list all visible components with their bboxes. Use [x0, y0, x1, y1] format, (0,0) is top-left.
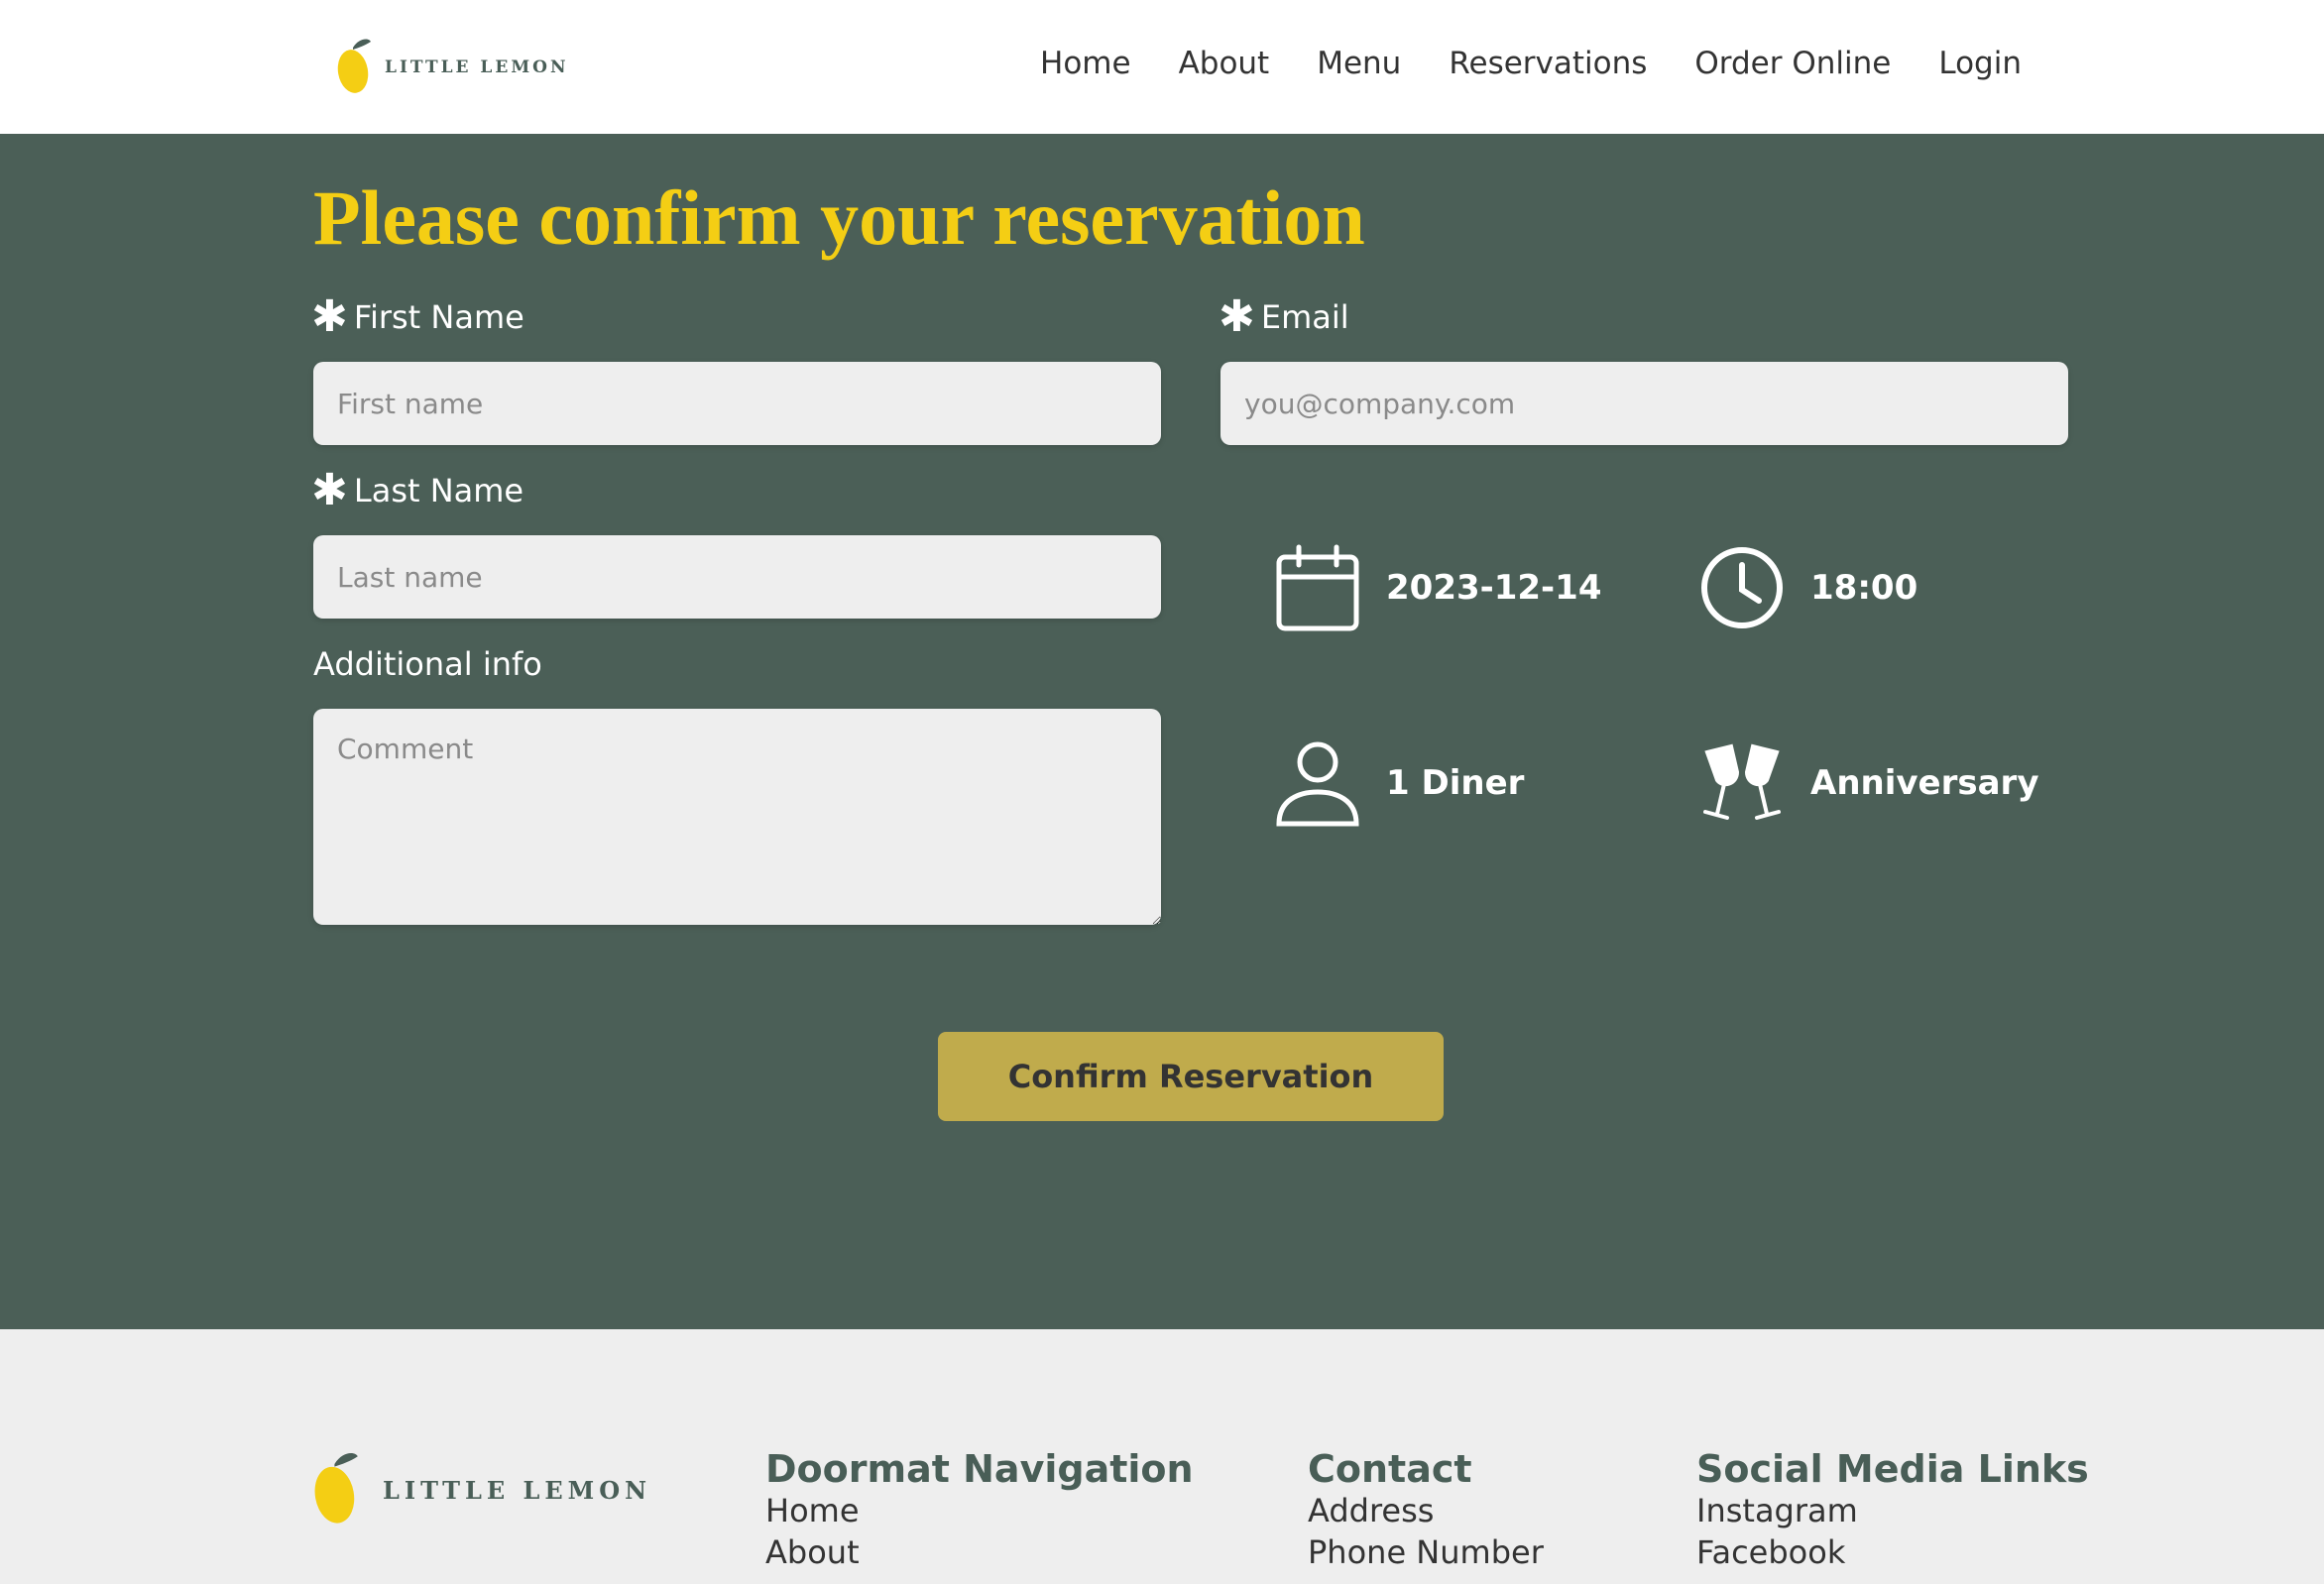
nav-about[interactable]: About — [1179, 46, 1270, 81]
footer-link-about[interactable]: About — [765, 1531, 1194, 1573]
footer-link-home[interactable]: Home — [765, 1490, 1194, 1531]
summary-occasion: Anniversary — [1697, 738, 2038, 828]
nav-menu[interactable]: Menu — [1317, 46, 1401, 81]
email-label-text: Email — [1260, 298, 1349, 336]
header-logo[interactable]: LITTLE LEMON — [335, 36, 569, 99]
cheers-icon — [1703, 743, 1781, 820]
last-name-label-text: Last Name — [353, 472, 524, 509]
footer-instagram[interactable]: Instagram — [1696, 1490, 2089, 1531]
required-marker: ✱ — [311, 465, 348, 515]
required-marker: ✱ — [1219, 291, 1255, 342]
footer-social-heading: Social Media Links — [1696, 1447, 2089, 1491]
nav-home[interactable]: Home — [1040, 46, 1131, 81]
footer-contact-heading: Contact — [1308, 1447, 1472, 1491]
footer-phone[interactable]: Phone Number — [1308, 1531, 1544, 1573]
email-label: ✱ Email — [1219, 295, 1349, 339]
site-header: LITTLE LEMON Home About Menu Reservation… — [0, 0, 2324, 134]
nav-login[interactable]: Login — [1938, 46, 2022, 81]
reservation-time: 18:00 — [1810, 568, 1918, 608]
email-input[interactable] — [1220, 362, 2068, 445]
required-marker: ✱ — [311, 291, 348, 342]
reservation-diners: 1 Diner — [1386, 763, 1525, 803]
header-logo-text: LITTLE LEMON — [385, 57, 569, 77]
first-name-label: ✱ First Name — [311, 295, 524, 339]
nav-order-online[interactable]: Order Online — [1694, 46, 1891, 81]
person-icon — [1276, 741, 1359, 827]
footer-address[interactable]: Address — [1308, 1490, 1544, 1531]
footer-social: Social Media Links Instagram Facebook — [1696, 1448, 2089, 1573]
summary-date: 2023-12-14 — [1273, 543, 1601, 632]
reservation-occasion: Anniversary — [1810, 763, 2039, 803]
additional-info-label: Additional info — [313, 645, 542, 683]
footer-contact: Contact Address Phone Number — [1308, 1448, 1544, 1573]
site-footer: LITTLE LEMON Doormat Navigation Home Abo… — [0, 1329, 2324, 1584]
page-title: Please confirm your reservation — [313, 174, 1365, 261]
nav-reservations[interactable]: Reservations — [1449, 46, 1647, 81]
footer-doormat-nav: Doormat Navigation Home About — [765, 1448, 1194, 1573]
first-name-input[interactable] — [313, 362, 1161, 445]
additional-info-label-text: Additional info — [313, 645, 542, 683]
calendar-icon — [1276, 544, 1359, 631]
main-nav: Home About Menu Reservations Order Onlin… — [1040, 46, 2022, 81]
last-name-input[interactable] — [313, 535, 1161, 619]
reservation-date: 2023-12-14 — [1386, 568, 1602, 608]
comment-textarea[interactable] — [313, 709, 1161, 925]
footer-doormat-heading: Doormat Navigation — [765, 1447, 1194, 1491]
reservation-section: Please confirm your reservation ✱ First … — [0, 134, 2324, 1329]
lemon-logo-icon — [314, 1452, 358, 1524]
footer-facebook[interactable]: Facebook — [1696, 1531, 2089, 1573]
footer-logo-text: LITTLE LEMON — [383, 1475, 652, 1505]
confirm-reservation-button[interactable]: Confirm Reservation — [938, 1032, 1444, 1121]
summary-time: 18:00 — [1697, 543, 1917, 632]
clock-icon — [1701, 547, 1783, 628]
lemon-logo-icon — [337, 39, 371, 93]
first-name-label-text: First Name — [353, 298, 524, 336]
last-name-label: ✱ Last Name — [311, 469, 523, 512]
summary-diners: 1 Diner — [1273, 738, 1524, 828]
footer-logo[interactable]: LITTLE LEMON — [311, 1446, 651, 1533]
